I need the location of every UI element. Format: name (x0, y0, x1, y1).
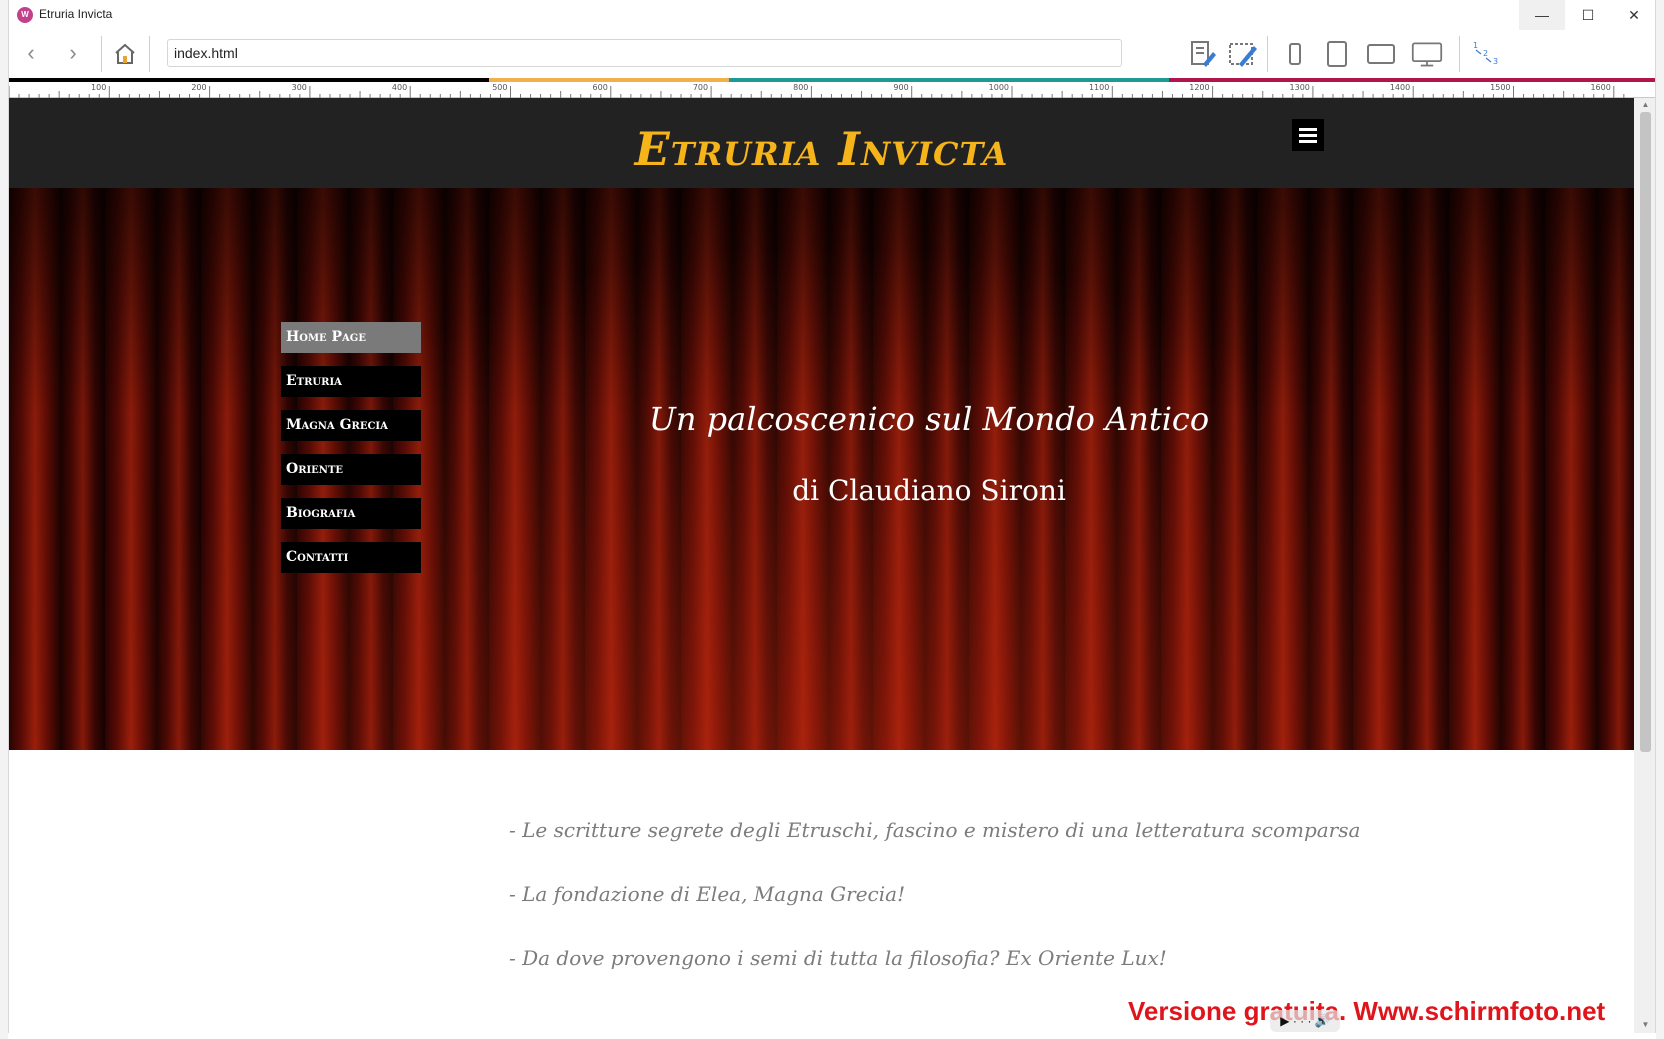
hamburger-menu-icon[interactable] (1292, 119, 1324, 151)
ruler-label: 800 (793, 83, 808, 92)
toolbar-divider (149, 36, 150, 72)
close-button[interactable]: ✕ (1611, 0, 1655, 30)
hero-curtain-banner: Home Page Etruria Magna Grecia Oriente B… (9, 188, 1634, 750)
article-link[interactable]: - Le scritture segrete degli Etruschi, f… (509, 818, 1409, 882)
ruler-label: 100 (91, 83, 106, 92)
ruler-label: 1400 (1390, 83, 1410, 92)
hero-navigation: Home Page Etruria Magna Grecia Oriente B… (281, 322, 421, 586)
article-link[interactable]: - La fondazione di Elea, Magna Grecia! (509, 882, 1409, 946)
svg-text:1: 1 (1473, 41, 1478, 50)
ruler-label: 1600 (1590, 83, 1610, 92)
ruler-label: 1000 (989, 83, 1009, 92)
ruler-label: 700 (693, 83, 708, 92)
desktop-view-icon[interactable] (1411, 38, 1443, 70)
app-logo-icon: W (17, 7, 33, 23)
nav-item-home-page[interactable]: Home Page (281, 322, 421, 353)
toolbar-divider (1267, 36, 1268, 72)
toolbar-divider (1459, 36, 1460, 72)
nav-item-contatti[interactable]: Contatti (281, 542, 421, 573)
horizontal-ruler: 100 200 300 400 500 600 700 800 900 1000 1100 1200 1… (9, 82, 1655, 98)
app-window: W Etruria Invicta — ☐ ✕ ‹ › index.html 1… (8, 0, 1656, 1033)
home-icon[interactable] (113, 42, 137, 66)
background-window-edge-right (1656, 0, 1664, 1039)
ruler-label: 1100 (1089, 83, 1109, 92)
toolbar: ‹ › index.html 1 2 3 (9, 30, 1655, 78)
tablet-view-icon[interactable] (1321, 38, 1353, 70)
ruler-ticks: 100 200 300 400 500 600 700 800 900 1000 1100 1200 1… (9, 83, 1625, 98)
svg-text:2: 2 (1483, 49, 1488, 58)
media-controls[interactable]: ▶ · · · 🔊 (1270, 1010, 1340, 1032)
window-title: Etruria Invicta (39, 7, 113, 21)
ruler-label: 600 (593, 83, 608, 92)
article-list: - Le scritture segrete degli Etruschi, f… (509, 818, 1409, 1010)
title-bar: W Etruria Invicta — ☐ ✕ (9, 0, 1655, 30)
background-window-edge (0, 0, 8, 1039)
ruler-label: 1300 (1290, 83, 1310, 92)
nav-item-etruria[interactable]: Etruria (281, 366, 421, 397)
phone-view-icon[interactable] (1279, 38, 1311, 70)
site-title[interactable]: Etruria Invicta (9, 122, 1634, 176)
address-bar[interactable]: index.html (167, 39, 1122, 67)
ruler-label: 900 (893, 83, 908, 92)
ruler-label: 1200 (1189, 83, 1209, 92)
edit-selection-icon[interactable] (1227, 38, 1259, 70)
numbered-steps-icon[interactable]: 1 2 3 (1471, 38, 1503, 70)
page-preview: Etruria Invicta Home Page Etruria Magna … (9, 98, 1634, 1033)
ruler-label: 400 (392, 83, 407, 92)
hero-author: di Claudiano Sironi (792, 474, 1066, 507)
ruler-label: 300 (292, 83, 307, 92)
minimize-button[interactable]: — (1519, 0, 1565, 30)
edit-page-icon[interactable] (1187, 38, 1219, 70)
toolbar-divider (101, 36, 102, 72)
forward-arrow-icon[interactable]: › (59, 40, 87, 68)
maximize-button[interactable]: ☐ (1565, 0, 1611, 30)
tablet-landscape-view-icon[interactable] (1365, 38, 1397, 70)
back-arrow-icon[interactable]: ‹ (17, 40, 45, 68)
svg-text:3: 3 (1493, 57, 1498, 66)
ruler-label: 1500 (1490, 83, 1510, 92)
vertical-scrollbar[interactable]: ▲ ▼ (1634, 98, 1655, 1033)
hero-tagline: Un palcoscenico sul Mondo Antico (648, 400, 1210, 438)
site-header: Etruria Invicta (9, 98, 1634, 188)
scroll-up-icon[interactable]: ▲ (1640, 100, 1651, 110)
ruler-label: 500 (492, 83, 507, 92)
scroll-down-icon[interactable]: ▼ (1640, 1020, 1651, 1030)
ruler-label: 200 (191, 83, 206, 92)
watermark-text: Versione gratuita. Www.schirmfoto.net (1128, 996, 1606, 1026)
scrollbar-thumb[interactable] (1640, 112, 1651, 752)
